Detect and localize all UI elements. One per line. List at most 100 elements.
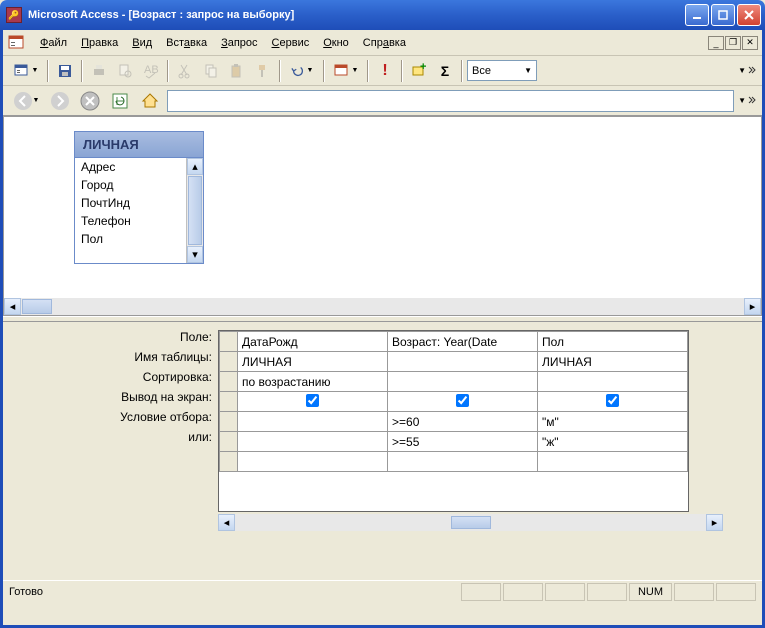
dropdown-icon[interactable]: ▼ (524, 66, 532, 75)
totals-button[interactable]: Σ (433, 59, 457, 83)
print-button[interactable] (87, 59, 111, 83)
field-item[interactable]: Пол (75, 230, 186, 248)
nav-forward-button[interactable] (47, 89, 73, 113)
scroll-left-icon[interactable]: ◂ (4, 298, 21, 315)
grid-cell-or[interactable]: >=55 (388, 432, 538, 452)
scroll-thumb[interactable] (188, 176, 202, 245)
fieldlist-scrollbar[interactable]: ▴ ▾ (186, 158, 203, 263)
field-item[interactable]: Город (75, 176, 186, 194)
close-button[interactable] (737, 4, 761, 26)
nav-refresh-button[interactable] (107, 89, 133, 113)
grid-hscrollbar[interactable]: ◂ ▸ (218, 514, 723, 531)
field-item[interactable]: ПочтИнд (75, 194, 186, 212)
navigation-toolbar: ▼ ▼ (3, 86, 762, 116)
scroll-down-icon[interactable]: ▾ (187, 246, 203, 263)
mdi-restore-button[interactable]: ❐ (725, 36, 741, 50)
grid-cell-show[interactable] (238, 392, 388, 412)
grid-cell-table[interactable]: ЛИЧНАЯ (238, 352, 388, 372)
status-cell (545, 583, 585, 601)
window-title: Microsoft Access - [Возраст : запрос на … (28, 9, 685, 21)
minimize-button[interactable] (685, 4, 709, 26)
run-button[interactable]: ! (373, 59, 397, 83)
showtable-button[interactable]: + (407, 59, 431, 83)
grid-cell-criteria[interactable] (238, 412, 388, 432)
grid-cell-show[interactable] (538, 392, 688, 412)
window-titlebar: Microsoft Access - [Возраст : запрос на … (0, 0, 765, 30)
tables-pane-hscrollbar[interactable]: ◂ ▸ (4, 298, 761, 315)
nav-home-button[interactable] (137, 89, 163, 113)
menu-query[interactable]: Запрос (214, 34, 264, 52)
design-grid[interactable]: ДатаРожд Возраст: Year(Date Пол ЛИЧНАЯ Л… (218, 330, 689, 512)
view-button[interactable]: ▼ (9, 59, 43, 83)
scroll-right-icon[interactable]: ▸ (744, 298, 761, 315)
mdi-minimize-button[interactable]: _ (708, 36, 724, 50)
grid-cell-or[interactable]: "ж" (538, 432, 688, 452)
save-button[interactable] (53, 59, 77, 83)
grid-cell-sort[interactable]: по возрастанию (238, 372, 388, 392)
grid-cell-criteria[interactable]: "м" (538, 412, 688, 432)
row-selector[interactable] (220, 372, 238, 392)
row-selector[interactable] (220, 432, 238, 452)
menu-view[interactable]: Вид (125, 34, 159, 52)
grid-cell-table[interactable]: ЛИЧНАЯ (538, 352, 688, 372)
grid-cell-show[interactable] (388, 392, 538, 412)
grid-cell-empty[interactable] (538, 452, 688, 472)
address-input[interactable] (167, 90, 734, 112)
row-selector[interactable] (220, 392, 238, 412)
app-icon (6, 7, 22, 23)
topvalues-combo[interactable]: Все▼ (467, 60, 537, 81)
grid-cell-empty[interactable] (388, 452, 538, 472)
grid-cell-criteria[interactable]: >=60 (388, 412, 538, 432)
nav-stop-button[interactable] (77, 89, 103, 113)
copy-button[interactable] (199, 59, 223, 83)
mdi-close-button[interactable]: ✕ (742, 36, 758, 50)
field-item[interactable]: Адрес (75, 158, 186, 176)
grid-cell-or[interactable] (238, 432, 388, 452)
grid-cell-field[interactable]: Пол (538, 332, 688, 352)
spellcheck-button[interactable]: ABC (139, 59, 163, 83)
menu-help[interactable]: Справка (356, 34, 413, 52)
menu-insert[interactable]: Вставка (159, 34, 214, 52)
grid-cell-sort[interactable] (538, 372, 688, 392)
undo-button[interactable]: ▼ (285, 59, 319, 83)
label-show: Вывод на экран: (3, 390, 218, 410)
grid-cell-sort[interactable] (388, 372, 538, 392)
scroll-right-icon[interactable]: ▸ (706, 514, 723, 531)
maximize-button[interactable] (711, 4, 735, 26)
nav-overflow-button[interactable]: ▼ (738, 94, 756, 108)
querytype-button[interactable]: ▼ (329, 59, 363, 83)
status-text: Готово (9, 586, 459, 598)
scroll-thumb[interactable] (451, 516, 491, 529)
row-selector[interactable] (220, 332, 238, 352)
show-checkbox[interactable] (606, 394, 619, 407)
row-selector[interactable] (220, 412, 238, 432)
label-table: Имя таблицы: (3, 350, 218, 370)
scroll-left-icon[interactable]: ◂ (218, 514, 235, 531)
query-icon (7, 34, 25, 52)
field-item[interactable]: Телефон (75, 212, 186, 230)
grid-cell-field[interactable]: Возраст: Year(Date (388, 332, 538, 352)
menu-service[interactable]: Сервис (265, 34, 317, 52)
show-checkbox[interactable] (306, 394, 319, 407)
paste-button[interactable] (225, 59, 249, 83)
grid-cell-empty[interactable] (238, 452, 388, 472)
menu-window[interactable]: Окно (316, 34, 356, 52)
menu-file[interactable]: Файл (33, 34, 74, 52)
scroll-up-icon[interactable]: ▴ (187, 158, 203, 175)
query-tables-pane[interactable]: ЛИЧНАЯ Адрес Город ПочтИнд Телефон Пол ▴… (3, 116, 762, 316)
row-selector[interactable] (220, 352, 238, 372)
show-checkbox[interactable] (456, 394, 469, 407)
table-title[interactable]: ЛИЧНАЯ (75, 132, 203, 158)
menu-edit[interactable]: Правка (74, 34, 125, 52)
cut-button[interactable] (173, 59, 197, 83)
nav-back-button[interactable]: ▼ (9, 89, 43, 113)
scroll-thumb[interactable] (22, 299, 52, 314)
print-preview-button[interactable] (113, 59, 137, 83)
format-painter-button[interactable] (251, 59, 275, 83)
toolbar-overflow-button[interactable]: ▼ (738, 64, 756, 78)
table-fieldlist[interactable]: ЛИЧНАЯ Адрес Город ПочтИнд Телефон Пол ▴… (74, 131, 204, 264)
field-list[interactable]: Адрес Город ПочтИнд Телефон Пол (75, 158, 186, 263)
grid-cell-field[interactable]: ДатаРожд (238, 332, 388, 352)
grid-cell-table[interactable] (388, 352, 538, 372)
row-selector[interactable] (220, 452, 238, 472)
